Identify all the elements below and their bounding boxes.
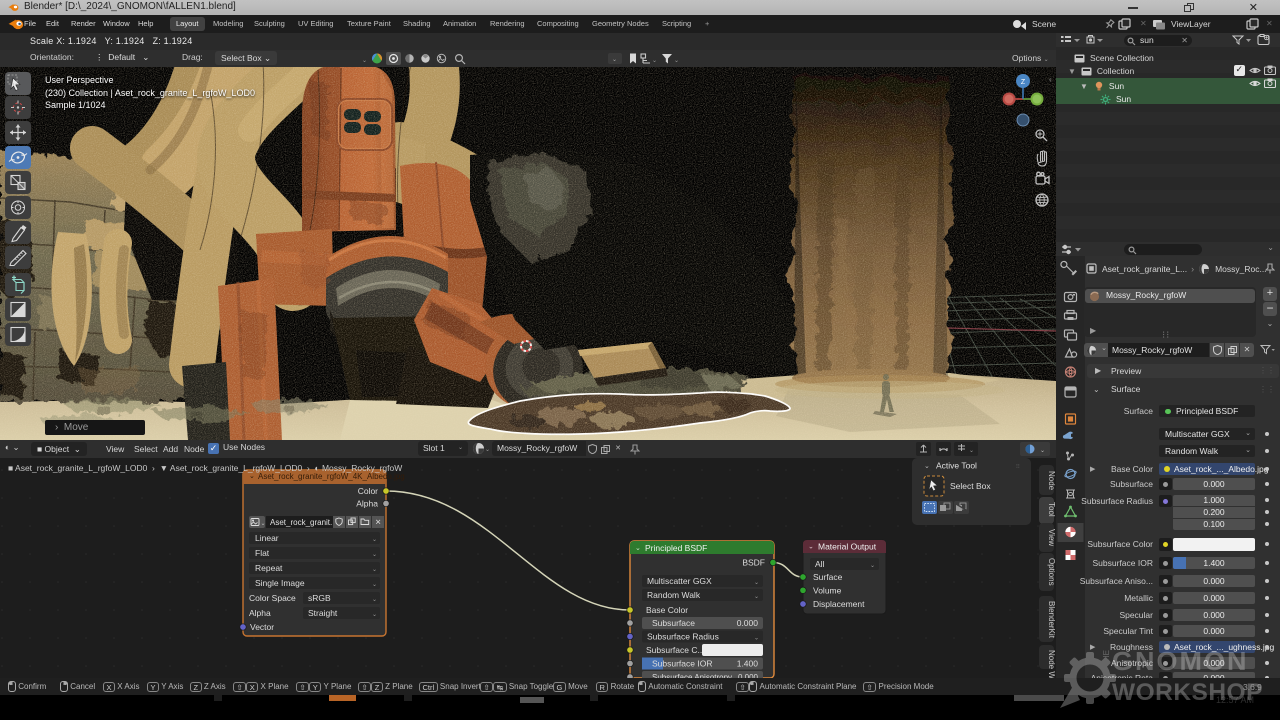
svg-text:Alpha: Alpha (356, 499, 378, 509)
svg-text:⌄: ⌄ (362, 58, 367, 64)
svg-text:Flat: Flat (255, 548, 270, 558)
svg-text:⌄: ⌄ (969, 448, 974, 454)
svg-text:⌄: ⌄ (249, 473, 255, 480)
svg-text:Select Box: Select Box (950, 481, 991, 491)
svg-text:BlenderKit: BlenderKit (1047, 601, 1056, 639)
svg-text:⌄: ⌄ (808, 544, 814, 551)
svg-text:Tool: Tool (1047, 502, 1056, 517)
svg-text:⌄: ⌄ (754, 580, 759, 586)
svg-text:⁝⁝: ⁝⁝ (1016, 464, 1020, 470)
svg-text:0.000: 0.000 (737, 618, 759, 628)
svg-text:View: View (1047, 529, 1056, 546)
svg-text:⌄: ⌄ (754, 594, 759, 600)
svg-text:Base Color: Base Color (646, 605, 688, 615)
svg-text:⌄: ⌄ (372, 597, 377, 603)
svg-text:BSDF: BSDF (742, 558, 765, 568)
svg-text:⌄: ⌄ (652, 58, 657, 64)
svg-text:Color Space: Color Space (249, 593, 296, 603)
svg-text:⌄: ⌄ (372, 552, 377, 558)
svg-text:Subsurface C...: Subsurface C... (646, 645, 705, 655)
svg-text:THE: THE (1102, 650, 1111, 666)
svg-text:Displacement: Displacement (813, 599, 865, 609)
svg-text:Subsurface IOR: Subsurface IOR (652, 659, 712, 669)
svg-text:Vector: Vector (250, 622, 274, 632)
svg-text:Aset_rock_granite_rgfoW_4K_Alb: Aset_rock_granite_rgfoW_4K_Albedo.jpg (258, 472, 405, 481)
svg-text:GNOMON: GNOMON (1112, 647, 1248, 676)
svg-text:⌄: ⌄ (372, 567, 377, 573)
svg-text:Surface: Surface (813, 572, 843, 582)
svg-text:Repeat: Repeat (255, 563, 283, 573)
svg-text:⌄: ⌄ (372, 582, 377, 588)
svg-text:Options: Options (1047, 558, 1056, 586)
svg-text:1.400: 1.400 (737, 659, 759, 669)
svg-text:Single Image: Single Image (255, 578, 305, 588)
svg-text:⌄: ⌄ (1040, 448, 1045, 454)
svg-text:Color: Color (358, 486, 378, 496)
svg-text:Straight: Straight (308, 608, 338, 618)
svg-text:⌄: ⌄ (372, 612, 377, 618)
svg-text:Volume: Volume (813, 585, 842, 595)
svg-text:All: All (815, 559, 825, 569)
svg-text:Node: Node (1047, 471, 1056, 491)
svg-text:Subsurface Radius: Subsurface Radius (647, 632, 719, 642)
svg-text:sRGB: sRGB (308, 593, 331, 603)
svg-text:⌄: ⌄ (372, 537, 377, 543)
svg-text:⌄: ⌄ (924, 463, 930, 470)
svg-text:Principled BSDF: Principled BSDF (645, 543, 707, 553)
svg-text:Aset_rock_granit...: Aset_rock_granit... (270, 518, 337, 527)
svg-text:Linear: Linear (255, 533, 279, 543)
svg-text:⌄: ⌄ (870, 563, 875, 569)
svg-text:Z: Z (1021, 79, 1026, 86)
svg-text:Random Walk: Random Walk (647, 590, 701, 600)
svg-text:Active Tool: Active Tool (936, 461, 977, 471)
svg-text:⌄: ⌄ (635, 545, 641, 552)
svg-text:Subsurface: Subsurface (652, 618, 695, 628)
svg-text:✕: ✕ (375, 518, 381, 527)
svg-text:Material Output: Material Output (818, 542, 877, 552)
svg-text:Multiscatter GGX: Multiscatter GGX (647, 576, 712, 586)
svg-text:⌄: ⌄ (612, 57, 617, 63)
svg-text:⌄: ⌄ (674, 58, 679, 64)
svg-text:Alpha: Alpha (249, 608, 271, 618)
svg-text:WORKSHOP: WORKSHOP (1112, 679, 1263, 706)
svg-text:⌄: ⌄ (261, 521, 266, 527)
svg-text:⌄: ⌄ (754, 636, 759, 642)
